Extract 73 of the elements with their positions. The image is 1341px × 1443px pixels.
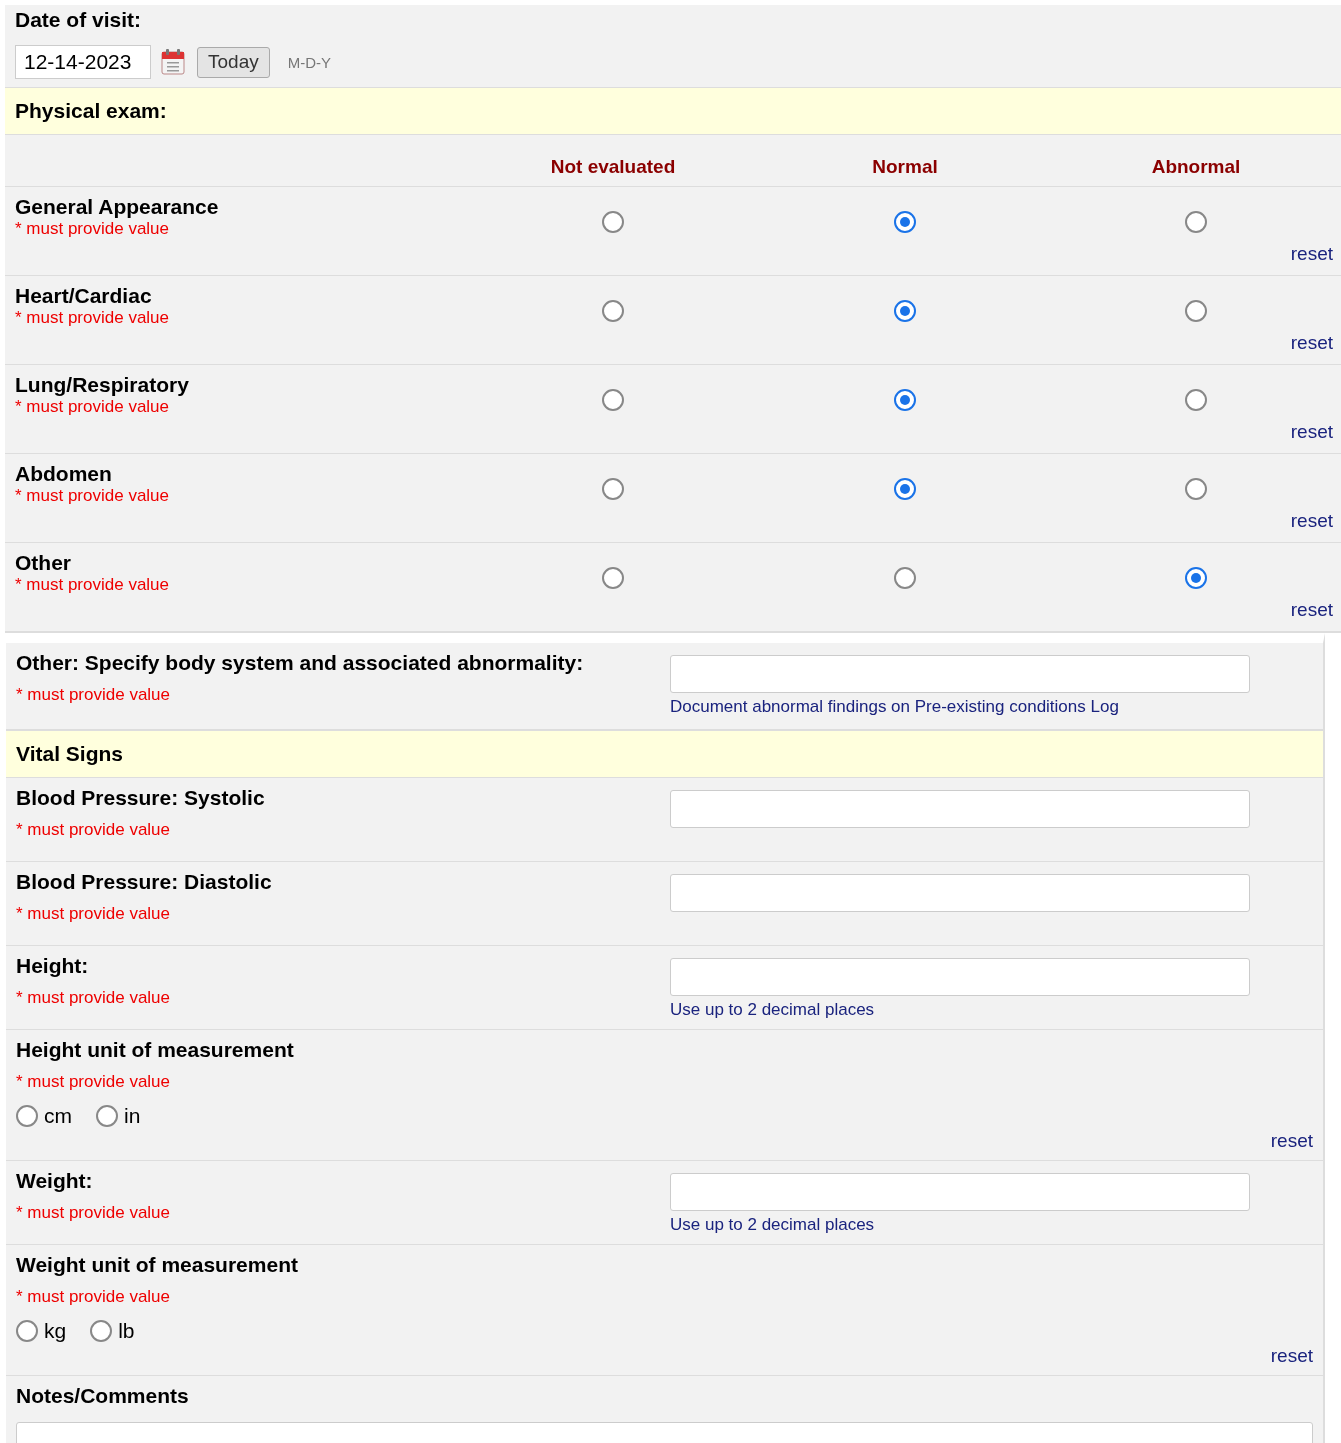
section-title: Physical exam: xyxy=(15,99,167,123)
input-field[interactable] xyxy=(670,1173,1250,1211)
column-header: Not evaluated xyxy=(549,156,677,178)
reset-link[interactable]: reset xyxy=(1290,599,1333,621)
exam-item-label: Lung/Respiratory xyxy=(15,373,190,397)
reset-link[interactable]: reset xyxy=(1290,421,1333,443)
radio-button[interactable] xyxy=(16,1105,38,1127)
reset-link[interactable]: reset xyxy=(1290,510,1333,532)
radio-button[interactable] xyxy=(1185,478,1207,500)
exam-item-label: General Appearance xyxy=(15,195,220,219)
field-label: Blood Pressure: Systolic xyxy=(16,786,266,810)
calendar-icon[interactable] xyxy=(161,49,185,75)
required-note: * must provide value xyxy=(15,486,171,506)
radio-label: cm xyxy=(44,1104,72,1128)
field-label: Height unit of measurement xyxy=(16,1038,295,1062)
radio-button[interactable] xyxy=(894,211,916,233)
required-note: * must provide value xyxy=(15,308,171,328)
required-note: * must provide value xyxy=(16,1072,172,1092)
field-note: Use up to 2 decimal places xyxy=(670,1000,876,1020)
radio-button[interactable] xyxy=(16,1320,38,1342)
exam-item-label: Heart/Cardiac xyxy=(15,284,153,308)
reset-link[interactable]: reset xyxy=(1270,1130,1313,1152)
input-field[interactable] xyxy=(670,655,1250,693)
radio-button[interactable] xyxy=(90,1320,113,1342)
required-note: * must provide value xyxy=(16,988,172,1008)
radio-button[interactable] xyxy=(602,567,624,589)
radio-button[interactable] xyxy=(1185,300,1207,322)
radio-button[interactable] xyxy=(96,1105,118,1127)
exam-item-label: Abdomen xyxy=(15,462,113,486)
field-label: Notes/Comments xyxy=(16,1384,190,1408)
field-label: Date of visit: xyxy=(15,8,143,32)
radio-button[interactable] xyxy=(894,567,916,589)
reset-link[interactable]: reset xyxy=(1290,332,1333,354)
field-note: Use up to 2 decimal places xyxy=(670,1215,876,1235)
radio-button[interactable] xyxy=(602,478,624,500)
radio-button[interactable] xyxy=(602,389,624,411)
required-note: * must provide value xyxy=(15,397,171,417)
date-field[interactable]: 12-14-2023 xyxy=(15,45,151,79)
reset-link[interactable]: reset xyxy=(1270,1345,1313,1367)
required-note: * must provide value xyxy=(15,219,171,239)
input-field[interactable] xyxy=(670,958,1250,996)
radio-button[interactable] xyxy=(1185,567,1207,589)
reset-link[interactable]: reset xyxy=(1290,243,1333,265)
radio-label: kg xyxy=(44,1319,67,1343)
input-field[interactable] xyxy=(670,874,1250,912)
radio-button[interactable] xyxy=(602,211,624,233)
radio-label: in xyxy=(124,1104,141,1128)
section-title: Vital Signs xyxy=(16,742,123,766)
field-label: Weight: xyxy=(16,1169,94,1193)
required-note: * must provide value xyxy=(16,1203,172,1223)
required-note: * must provide value xyxy=(15,575,171,595)
input-field[interactable] xyxy=(670,790,1250,828)
radio-button[interactable] xyxy=(1185,211,1207,233)
radio-button[interactable] xyxy=(894,478,916,500)
radio-button[interactable] xyxy=(894,389,916,411)
field-note: Document abnormal findings on Pre-existing conditions Log xyxy=(670,697,1120,717)
required-note: * must provide value xyxy=(16,1287,172,1307)
field-label: Other: Specify body system and associated abnormality: xyxy=(16,651,585,675)
radio-button[interactable] xyxy=(602,300,624,322)
radio-button[interactable] xyxy=(894,300,916,322)
column-header: Normal xyxy=(871,156,939,178)
field-label: Weight unit of measurement xyxy=(16,1253,299,1277)
radio-label: lb xyxy=(118,1319,135,1343)
field-label: Height: xyxy=(16,954,90,978)
required-note: * must provide value xyxy=(16,685,172,705)
column-header: Abnormal xyxy=(1150,156,1242,178)
exam-item-label: Other xyxy=(15,551,72,575)
radio-button[interactable] xyxy=(1185,389,1207,411)
required-note: * must provide value xyxy=(16,820,172,840)
required-note: * must provide value xyxy=(16,904,172,924)
date-format-hint: M-D-Y xyxy=(287,53,332,71)
today-button[interactable]: Today xyxy=(197,46,270,78)
field-label: Blood Pressure: Diastolic xyxy=(16,870,273,894)
